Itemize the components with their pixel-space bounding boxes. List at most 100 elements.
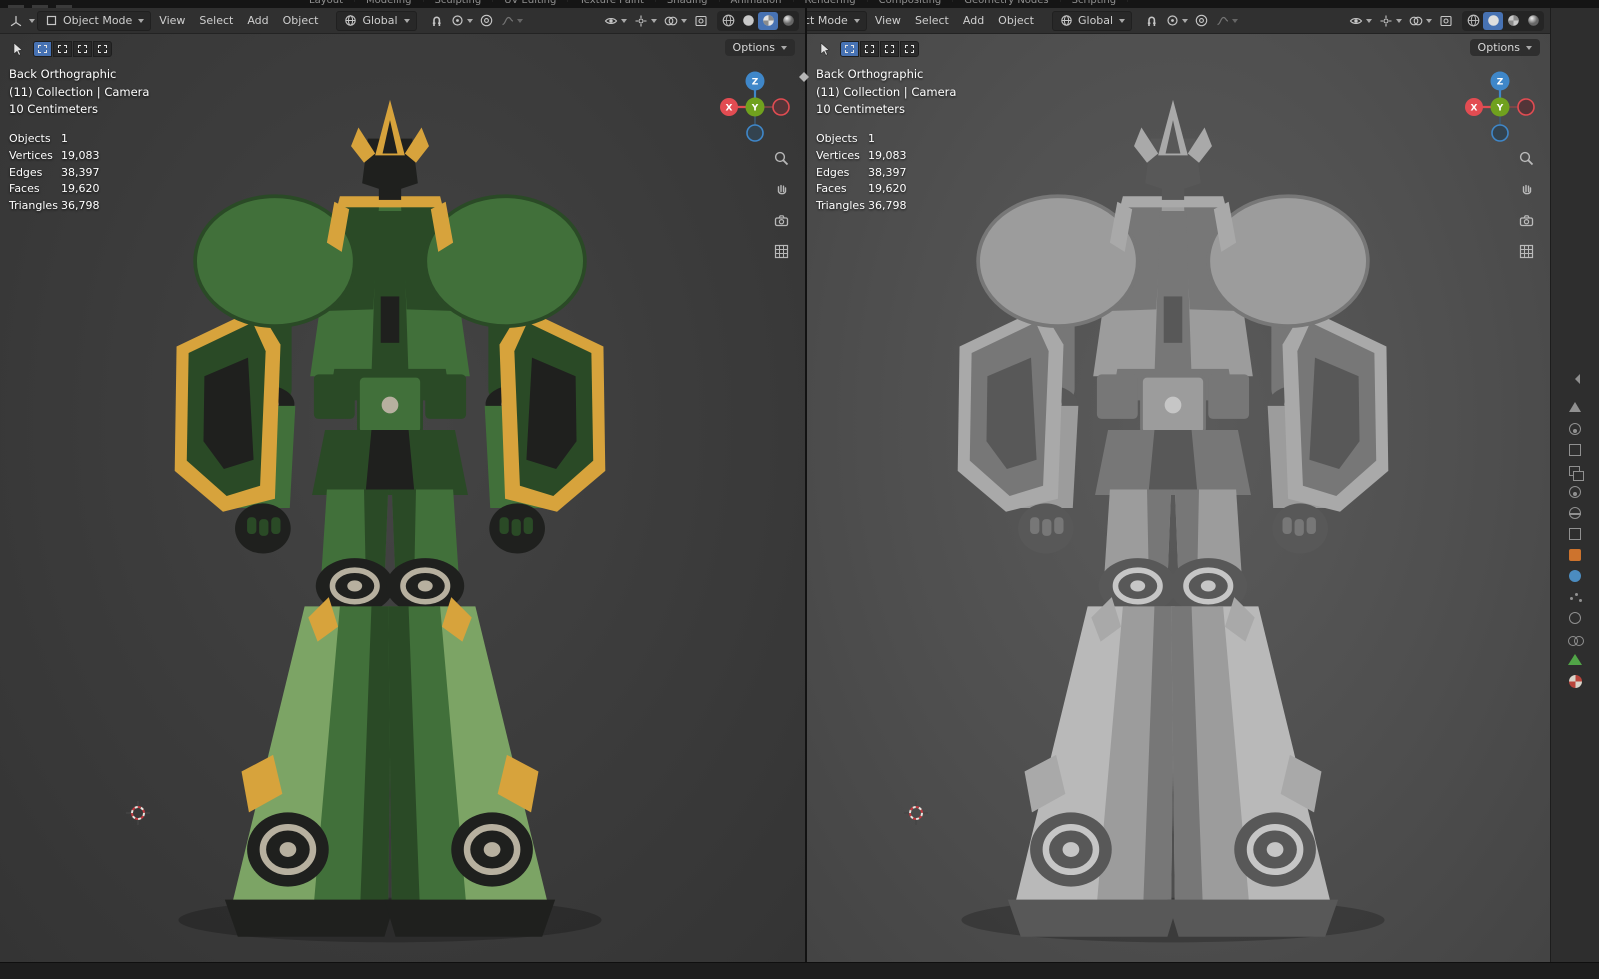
shading-mode-group — [1462, 11, 1544, 31]
mode-dropdown[interactable]: Object Mode — [37, 11, 151, 31]
orientation-label: Global — [1078, 14, 1113, 27]
properties-tab-world-icon[interactable] — [1568, 507, 1583, 522]
select-mode-subtract[interactable] — [880, 41, 899, 57]
workspace-tab-geometry-nodes[interactable]: Geometry Nodes — [953, 0, 1060, 2]
workspace-tab-sculpting[interactable]: Sculpting — [424, 0, 494, 2]
options-button[interactable]: Options — [1470, 39, 1540, 56]
menu-add[interactable]: Add — [957, 12, 990, 29]
shading-rendered-icon[interactable] — [778, 12, 798, 30]
gizmo-axis-z-neg[interactable] — [747, 125, 763, 141]
gizmos-icon[interactable] — [631, 11, 659, 30]
properties-tab-view-layer-icon[interactable] — [1568, 465, 1583, 480]
view-name: Back Orthographic — [9, 66, 149, 84]
proportional-editing-icon[interactable] — [477, 11, 496, 30]
zoom-icon[interactable] — [773, 150, 791, 168]
menu-select[interactable]: Select — [193, 12, 239, 29]
workspace-tab-animation[interactable]: Animation — [720, 0, 794, 2]
properties-tab-render-icon[interactable] — [1568, 423, 1583, 438]
workspace-tab-compositing[interactable]: Compositing — [868, 0, 954, 2]
shading-rendered-icon[interactable] — [1523, 12, 1543, 30]
overlays-icon[interactable] — [1406, 11, 1434, 30]
properties-tab-object-icon[interactable] — [1568, 549, 1583, 564]
menu-object[interactable]: Object — [277, 12, 325, 29]
properties-tab-material-icon[interactable] — [1568, 675, 1583, 690]
shading-wireframe-icon[interactable] — [718, 12, 738, 30]
robot-model-solid[interactable] — [848, 70, 1498, 952]
visibility-eye-icon[interactable] — [1346, 11, 1374, 30]
orthographic-grid-icon[interactable] — [773, 243, 791, 261]
overlays-icon[interactable] — [661, 11, 689, 30]
pan-hand-icon[interactable] — [1518, 181, 1536, 199]
workspace-tab-scripting[interactable]: Scripting — [1061, 0, 1128, 2]
snap-magnet-icon[interactable] — [1142, 11, 1161, 30]
camera-view-icon[interactable] — [773, 212, 791, 230]
workspace-tab-rendering[interactable]: Rendering — [794, 0, 868, 2]
select-mode-set[interactable] — [33, 41, 52, 57]
menu-select[interactable]: Select — [909, 12, 955, 29]
shading-material-preview-icon[interactable] — [758, 12, 778, 30]
visibility-eye-icon[interactable] — [601, 11, 629, 30]
viewport-resize-handle[interactable] — [793, 70, 815, 84]
select-mode-set[interactable] — [840, 41, 859, 57]
properties-tab-particles-icon[interactable] — [1568, 591, 1583, 606]
select-mode-group — [33, 41, 112, 57]
shading-solid-icon[interactable] — [1483, 12, 1503, 30]
properties-tab-output-icon[interactable] — [1568, 444, 1583, 459]
robot-model-shaded[interactable] — [66, 70, 716, 952]
workspace-tab-layout[interactable]: Layout — [298, 0, 355, 2]
menu-add[interactable]: Add — [241, 12, 274, 29]
menu-object[interactable]: Object — [992, 12, 1040, 29]
gizmo-axis-x-neg[interactable] — [773, 99, 789, 115]
properties-tab-tool-icon[interactable] — [1568, 402, 1583, 417]
shading-material-preview-icon[interactable] — [1503, 12, 1523, 30]
mode-dropdown[interactable]: ct Mode — [807, 11, 867, 31]
navigation-gizmo[interactable]: Z X Y — [715, 67, 795, 147]
workspace-tab-uv-editing[interactable]: UV Editing — [493, 0, 568, 2]
proportional-falloff-icon[interactable] — [498, 11, 525, 30]
navigation-gizmo[interactable]: Z X Y — [1460, 67, 1540, 147]
orientation-dropdown[interactable]: Global — [1052, 11, 1132, 31]
properties-tab-object-data-icon[interactable] — [1568, 654, 1583, 669]
pan-hand-icon[interactable] — [773, 181, 791, 199]
proportional-falloff-icon[interactable] — [1213, 11, 1240, 30]
properties-tab-physics-icon[interactable] — [1568, 612, 1583, 627]
active-context: (11) Collection | Camera — [816, 84, 956, 102]
workspace-tab-modeling[interactable]: Modeling — [355, 0, 424, 2]
workspace-tab-texture-paint[interactable]: Texture Paint — [568, 0, 656, 2]
rail-collapse-icon[interactable] — [1570, 374, 1580, 384]
orientation-dropdown[interactable]: Global — [336, 11, 416, 31]
snap-target-icon[interactable] — [1163, 11, 1190, 30]
menu-view[interactable]: View — [869, 12, 907, 29]
properties-tab-modifiers-icon[interactable] — [1568, 570, 1583, 585]
chevron-down-icon — [1526, 46, 1532, 50]
properties-tab-collection-icon[interactable] — [1568, 528, 1583, 543]
select-mode-intersect[interactable] — [900, 41, 919, 57]
viewport-nav-controls — [1518, 150, 1536, 261]
select-mode-subtract[interactable] — [73, 41, 92, 57]
shading-solid-icon[interactable] — [738, 12, 758, 30]
viewport-canvas[interactable]: Options Back Orthographic (11) Collectio… — [807, 34, 1550, 962]
xray-toggle-icon[interactable] — [1436, 11, 1455, 30]
select-mode-extend[interactable] — [860, 41, 879, 57]
xray-toggle-icon[interactable] — [691, 11, 710, 30]
zoom-icon[interactable] — [1518, 150, 1536, 168]
orthographic-grid-icon[interactable] — [1518, 243, 1536, 261]
options-button[interactable]: Options — [725, 39, 795, 56]
gizmo-axis-z-neg[interactable] — [1492, 125, 1508, 141]
gizmo-axis-x-neg[interactable] — [1518, 99, 1534, 115]
properties-tab-scene-icon[interactable] — [1568, 486, 1583, 501]
select-mode-intersect[interactable] — [93, 41, 112, 57]
snap-magnet-icon[interactable] — [427, 11, 446, 30]
snap-target-icon[interactable] — [448, 11, 475, 30]
shading-wireframe-icon[interactable] — [1463, 12, 1483, 30]
viewport-canvas[interactable]: Options Back Orthographic (11) Collectio… — [0, 34, 805, 962]
proportional-editing-icon[interactable] — [1192, 11, 1211, 30]
properties-tab-constraints-icon[interactable] — [1568, 633, 1583, 648]
mode-label: ct Mode — [807, 14, 848, 27]
menu-view[interactable]: View — [153, 12, 191, 29]
workspace-tab-shading[interactable]: Shading — [656, 0, 720, 2]
gizmos-icon[interactable] — [1376, 11, 1404, 30]
camera-view-icon[interactable] — [1518, 212, 1536, 230]
select-mode-extend[interactable] — [53, 41, 72, 57]
editor-type-icon[interactable] — [6, 11, 25, 30]
